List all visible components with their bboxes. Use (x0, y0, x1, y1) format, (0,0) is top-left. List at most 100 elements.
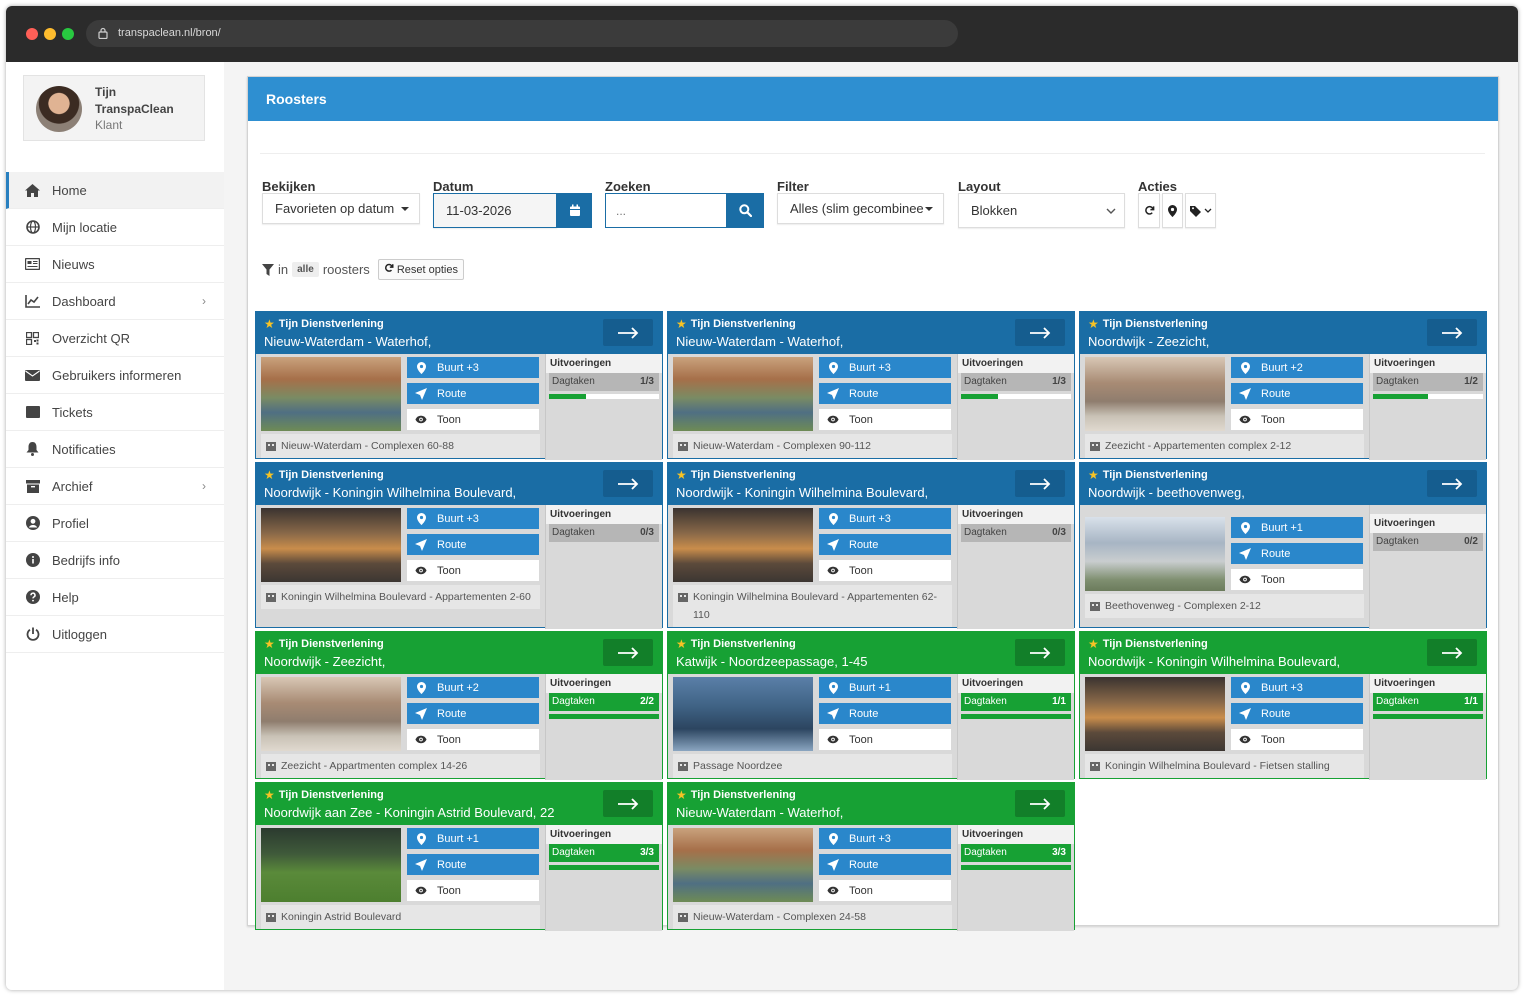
sidebar-item-home[interactable]: Home (6, 172, 224, 209)
toon-button[interactable]: Toon (1231, 729, 1363, 750)
user-card[interactable]: Tijn TranspaClean Klant (23, 75, 205, 141)
open-rooster-button[interactable] (603, 319, 653, 346)
rooster-card[interactable]: ★ Tijn Dienstverlening Noordwijk - Zeezich… (255, 631, 663, 780)
toon-button[interactable]: Toon (819, 560, 951, 581)
sidebar-item-overzicht-qr[interactable]: Overzicht QR (6, 320, 224, 357)
buurt-button[interactable]: Buurt +1 (407, 828, 539, 849)
sidebar-item-tickets[interactable]: Tickets (6, 394, 224, 431)
buurt-button[interactable]: Buurt +3 (819, 508, 951, 529)
filter-select[interactable]: Alles (slim gecombinee (777, 193, 944, 224)
buurt-button[interactable]: Buurt +1 (819, 677, 951, 698)
route-button[interactable]: Route (1231, 383, 1363, 404)
buurt-button[interactable]: Buurt +2 (407, 677, 539, 698)
rooster-card[interactable]: ★ Tijn Dienstverlening Nieuw-Waterdam - Wa… (667, 311, 1075, 460)
dagtaken-row[interactable]: Dagtaken 1/2 (1373, 373, 1483, 391)
toon-button[interactable]: Toon (407, 729, 539, 750)
dagtaken-row[interactable]: Dagtaken 0/3 (961, 524, 1071, 542)
buurt-button[interactable]: Buurt +3 (407, 357, 539, 378)
rooster-card[interactable]: ★ Tijn Dienstverlening Noordwijk - Koningi… (1079, 631, 1487, 780)
buurt-button[interactable]: Buurt +3 (1231, 677, 1363, 698)
dagtaken-row[interactable]: Dagtaken 1/1 (1373, 693, 1483, 711)
dagtaken-row[interactable]: Dagtaken 3/3 (961, 844, 1071, 862)
toon-button[interactable]: Toon (407, 880, 539, 901)
toon-button[interactable]: Toon (407, 560, 539, 581)
toon-button[interactable]: Toon (819, 880, 951, 901)
sidebar-item-notificaties[interactable]: Notificaties (6, 431, 224, 468)
address-bar[interactable]: transpaclean.nl/bron/ (86, 20, 958, 47)
sidebar-item-dashboard[interactable]: Dashboard › (6, 283, 224, 320)
open-rooster-button[interactable] (1427, 639, 1477, 666)
open-rooster-button[interactable] (603, 470, 653, 497)
open-rooster-button[interactable] (603, 639, 653, 666)
rooster-card[interactable]: ★ Tijn Dienstverlening Noordwijk - Koningi… (255, 462, 663, 629)
route-button[interactable]: Route (407, 854, 539, 875)
sidebar-item-uitloggen[interactable]: Uitloggen (6, 616, 224, 653)
layout-select[interactable]: Blokken (958, 193, 1125, 228)
window-maximize-button[interactable] (62, 28, 74, 40)
buurt-button[interactable]: Buurt +3 (819, 828, 951, 849)
sidebar-item-profiel[interactable]: Profiel (6, 505, 224, 542)
open-rooster-button[interactable] (1427, 319, 1477, 346)
dagtaken-row[interactable]: Dagtaken 1/3 (549, 373, 659, 391)
refresh-button[interactable] (1138, 193, 1160, 228)
route-button[interactable]: Route (407, 383, 539, 404)
sidebar-item-mijn-locatie[interactable]: Mijn locatie (6, 209, 224, 246)
route-button[interactable]: Route (819, 383, 951, 404)
tags-dropdown-button[interactable] (1185, 193, 1216, 228)
reset-options-button[interactable]: Reset opties (377, 259, 464, 280)
rooster-card[interactable]: ★ Tijn Dienstverlening Nieuw-Waterdam - Wa… (255, 311, 663, 460)
open-rooster-button[interactable] (1015, 639, 1065, 666)
bekijken-select[interactable]: Favorieten op datum (262, 193, 420, 224)
rooster-card[interactable]: ★ Tijn Dienstverlening Noordwijk - Zeezich… (1079, 311, 1487, 460)
buurt-button[interactable]: Buurt +1 (1231, 517, 1363, 538)
window-minimize-button[interactable] (44, 28, 56, 40)
open-rooster-button[interactable] (1015, 790, 1065, 817)
route-button[interactable]: Route (407, 703, 539, 724)
filter-in-text: in (278, 262, 289, 277)
search-button[interactable] (727, 193, 764, 228)
sidebar-item-help[interactable]: Help (6, 579, 224, 616)
route-button[interactable]: Route (819, 854, 951, 875)
dagtaken-row[interactable]: Dagtaken 1/1 (961, 693, 1071, 711)
dagtaken-row[interactable]: Dagtaken 0/2 (1373, 533, 1483, 551)
dagtaken-row[interactable]: Dagtaken 2/2 (549, 693, 659, 711)
buurt-button[interactable]: Buurt +2 (1231, 357, 1363, 378)
route-label: Route (849, 707, 879, 720)
toon-button[interactable]: Toon (1231, 409, 1363, 430)
route-button[interactable]: Route (1231, 543, 1363, 564)
rooster-card[interactable]: ★ Tijn Dienstverlening Nieuw-Waterdam - Wa… (667, 782, 1075, 931)
toon-button[interactable]: Toon (819, 729, 951, 750)
search-icon (739, 204, 752, 217)
sidebar-item-nieuws[interactable]: Nieuws (6, 246, 224, 283)
open-rooster-button[interactable] (603, 790, 653, 817)
route-button[interactable]: Route (819, 534, 951, 555)
open-rooster-button[interactable] (1015, 319, 1065, 346)
window-close-button[interactable] (26, 28, 38, 40)
dagtaken-row[interactable]: Dagtaken 0/3 (549, 524, 659, 542)
open-rooster-button[interactable] (1427, 470, 1477, 497)
datum-input[interactable]: 11-03-2026 (433, 193, 557, 228)
open-rooster-button[interactable] (1015, 470, 1065, 497)
buurt-button[interactable]: Buurt +3 (819, 357, 951, 378)
search-input[interactable] (605, 193, 727, 228)
buurt-button[interactable]: Buurt +3 (407, 508, 539, 529)
calendar-button[interactable] (557, 193, 592, 228)
rooster-card[interactable]: ★ Tijn Dienstverlening Noordwijk - Koningi… (667, 462, 1075, 629)
dagtaken-row[interactable]: Dagtaken 3/3 (549, 844, 659, 862)
toon-button[interactable]: Toon (1231, 569, 1363, 590)
route-button[interactable]: Route (1231, 703, 1363, 724)
route-button[interactable]: Route (819, 703, 951, 724)
toon-button[interactable]: Toon (819, 409, 951, 430)
rooster-card[interactable]: ★ Tijn Dienstverlening Noordwijk - beethov… (1079, 462, 1487, 629)
sidebar-item-bedrijfs-info[interactable]: Bedrijfs info (6, 542, 224, 579)
sidebar-item-archief[interactable]: Archief › (6, 468, 224, 505)
rooster-card[interactable]: ★ Tijn Dienstverlening Katwijk - Noordzeep… (667, 631, 1075, 780)
toon-button[interactable]: Toon (407, 409, 539, 430)
sidebar-item-label: Notificaties (52, 441, 116, 457)
route-button[interactable]: Route (407, 534, 539, 555)
rooster-card[interactable]: ★ Tijn Dienstverlening Noordwijk aan Zee -… (255, 782, 663, 931)
dagtaken-row[interactable]: Dagtaken 1/3 (961, 373, 1071, 391)
location-button[interactable] (1162, 193, 1183, 228)
sidebar-item-gebruikers-informeren[interactable]: Gebruikers informeren (6, 357, 224, 394)
building-icon (266, 442, 276, 451)
